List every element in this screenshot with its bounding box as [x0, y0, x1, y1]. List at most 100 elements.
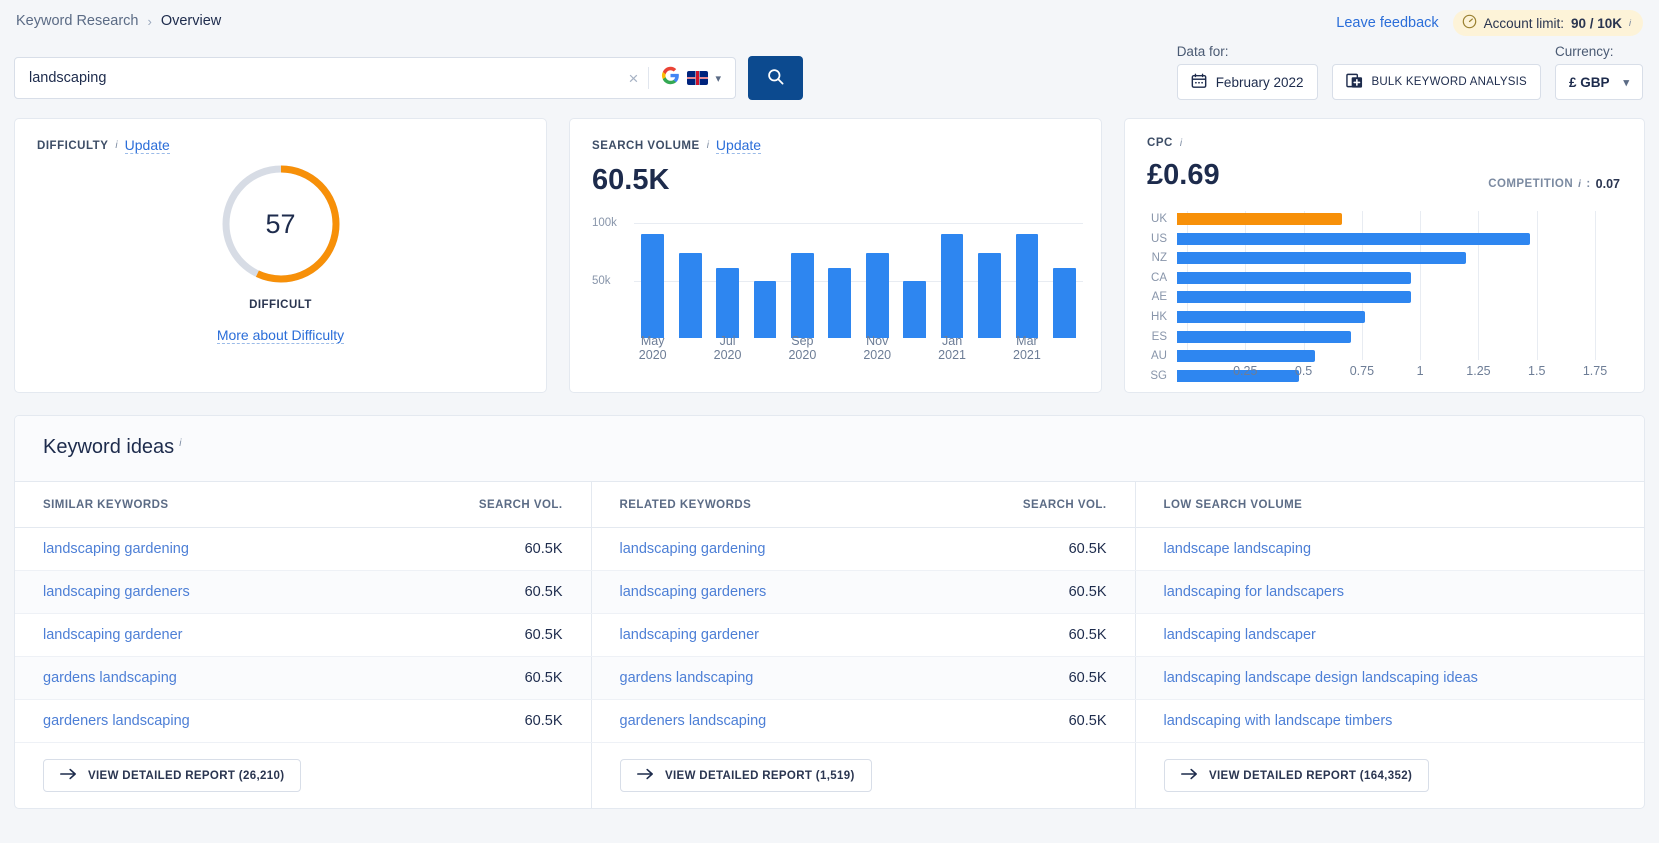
chevron-down-icon[interactable]: ▾: [1623, 76, 1629, 89]
keyword-link[interactable]: landscaping with landscape timbers: [1164, 713, 1393, 729]
cell-related-keyword[interactable]: gardens landscaping: [591, 657, 939, 700]
view-detailed-report-similar-button[interactable]: VIEW DETAILED REPORT (26,210): [43, 759, 301, 792]
info-icon[interactable]: i: [179, 438, 181, 449]
keyword-link[interactable]: landscaping gardeners: [43, 584, 190, 600]
info-icon[interactable]: i: [1578, 179, 1581, 190]
bar[interactable]: [1177, 350, 1315, 362]
bar[interactable]: [716, 268, 739, 338]
col-similar-keywords[interactable]: SIMILAR KEYWORDS: [15, 482, 379, 528]
search-submit-button[interactable]: [748, 56, 803, 100]
col-related-keywords[interactable]: RELATED KEYWORDS: [591, 482, 939, 528]
cell-similar-keyword[interactable]: gardens landscaping: [15, 657, 379, 700]
bar-slot[interactable]: [709, 211, 746, 338]
cell-low-volume-keyword[interactable]: landscape landscaping: [1135, 528, 1644, 571]
cell-low-volume-keyword[interactable]: landscaping for landscapers: [1135, 571, 1644, 614]
col-similar-search-vol[interactable]: SEARCH VOL.: [379, 482, 591, 528]
date-picker-button[interactable]: February 2022: [1177, 64, 1318, 100]
bar[interactable]: [1177, 291, 1411, 303]
bar[interactable]: [641, 234, 664, 338]
keyword-link[interactable]: landscaping gardener: [620, 627, 759, 643]
bar[interactable]: [903, 281, 926, 338]
cell-low-volume-keyword[interactable]: landscaping landscape design landscaping…: [1135, 657, 1644, 700]
bar[interactable]: [978, 253, 1001, 338]
bar-slot[interactable]: [784, 211, 821, 338]
bar-slot[interactable]: [1046, 211, 1083, 338]
bar[interactable]: [1053, 268, 1076, 338]
leave-feedback-link[interactable]: Leave feedback: [1336, 15, 1438, 31]
bar-slot[interactable]: [933, 211, 970, 338]
cell-related-keyword[interactable]: gardeners landscaping: [591, 700, 939, 743]
currency-select[interactable]: £ GBP ▾: [1555, 64, 1643, 100]
volume-update-link[interactable]: Update: [716, 137, 761, 154]
clear-icon[interactable]: ×: [619, 70, 649, 87]
keyword-link[interactable]: gardeners landscaping: [620, 713, 767, 729]
bar-row[interactable]: UK: [1147, 211, 1616, 227]
keyword-link[interactable]: gardeners landscaping: [43, 713, 190, 729]
breadcrumb-keyword-research[interactable]: Keyword Research: [16, 13, 139, 29]
info-icon[interactable]: i: [1180, 138, 1182, 149]
info-icon[interactable]: i: [707, 140, 709, 151]
view-detailed-report-related-button[interactable]: VIEW DETAILED REPORT (1,519): [620, 759, 872, 792]
search-input[interactable]: [29, 70, 619, 86]
bar-slot[interactable]: [896, 211, 933, 338]
bar-row[interactable]: US: [1147, 231, 1616, 247]
account-limit-info-icon[interactable]: i: [1629, 18, 1631, 28]
bar-row[interactable]: NZ: [1147, 250, 1616, 266]
keyword-link[interactable]: landscaping gardening: [620, 541, 766, 557]
cell-related-keyword[interactable]: landscaping gardener: [591, 614, 939, 657]
bar-row[interactable]: HK: [1147, 309, 1616, 325]
bar-slot[interactable]: [821, 211, 858, 338]
bar-row[interactable]: AE: [1147, 289, 1616, 305]
keyword-link[interactable]: landscaping gardening: [43, 541, 189, 557]
bar[interactable]: [1016, 234, 1039, 338]
view-detailed-report-low-button[interactable]: VIEW DETAILED REPORT (164,352): [1164, 759, 1429, 792]
bar-slot[interactable]: [634, 211, 671, 338]
cell-low-volume-keyword[interactable]: landscaping landscaper: [1135, 614, 1644, 657]
bar[interactable]: [828, 268, 851, 338]
bar-slot[interactable]: [1008, 211, 1045, 338]
cell-low-volume-keyword[interactable]: landscaping with landscape timbers: [1135, 700, 1644, 743]
bar-row[interactable]: ES: [1147, 329, 1616, 345]
bar-slot[interactable]: [971, 211, 1008, 338]
keyword-link[interactable]: landscaping gardener: [43, 627, 182, 643]
keyword-link[interactable]: gardens landscaping: [43, 670, 177, 686]
cell-related-keyword[interactable]: landscaping gardeners: [591, 571, 939, 614]
difficulty-update-link[interactable]: Update: [125, 137, 170, 154]
cell-similar-keyword[interactable]: gardeners landscaping: [15, 700, 379, 743]
breadcrumb-overview[interactable]: Overview: [161, 13, 221, 29]
bar-slot[interactable]: [859, 211, 896, 338]
bar[interactable]: [941, 234, 964, 338]
info-icon[interactable]: i: [115, 140, 117, 151]
more-about-difficulty-link[interactable]: More about Difficulty: [217, 327, 344, 344]
bar-slot[interactable]: [746, 211, 783, 338]
cell-related-keyword[interactable]: landscaping gardening: [591, 528, 939, 571]
keyword-link[interactable]: landscaping for landscapers: [1164, 584, 1345, 600]
col-low-search-volume[interactable]: LOW SEARCH VOLUME: [1135, 482, 1644, 528]
keyword-link[interactable]: landscape landscaping: [1164, 541, 1312, 557]
bar[interactable]: [679, 253, 702, 338]
bar[interactable]: [791, 253, 814, 338]
bar[interactable]: [1177, 311, 1365, 323]
search-box[interactable]: × ▾: [14, 57, 736, 99]
bar[interactable]: [1177, 213, 1342, 225]
keyword-link[interactable]: gardens landscaping: [620, 670, 754, 686]
account-limit-badge[interactable]: Account limit: 90 / 10K i: [1453, 10, 1643, 36]
bar[interactable]: [1177, 331, 1351, 343]
bar-row[interactable]: CA: [1147, 270, 1616, 286]
cell-similar-keyword[interactable]: landscaping gardeners: [15, 571, 379, 614]
bar[interactable]: [1177, 252, 1466, 264]
chevron-down-icon[interactable]: ▾: [715, 72, 721, 85]
keyword-link[interactable]: landscaping landscaper: [1164, 627, 1316, 643]
keyword-link[interactable]: landscaping landscape design landscaping…: [1164, 670, 1478, 686]
cell-similar-keyword[interactable]: landscaping gardening: [15, 528, 379, 571]
search-engine-selector[interactable]: ▾: [649, 66, 727, 90]
bulk-keyword-analysis-button[interactable]: BULK KEYWORD ANALYSIS: [1332, 64, 1541, 100]
bar[interactable]: [866, 253, 889, 338]
cell-similar-keyword[interactable]: landscaping gardener: [15, 614, 379, 657]
bar[interactable]: [1177, 233, 1530, 245]
bar[interactable]: [1177, 272, 1411, 284]
bar[interactable]: [754, 281, 777, 338]
bar-slot[interactable]: [671, 211, 708, 338]
keyword-link[interactable]: landscaping gardeners: [620, 584, 767, 600]
col-related-search-vol[interactable]: SEARCH VOL.: [939, 482, 1135, 528]
